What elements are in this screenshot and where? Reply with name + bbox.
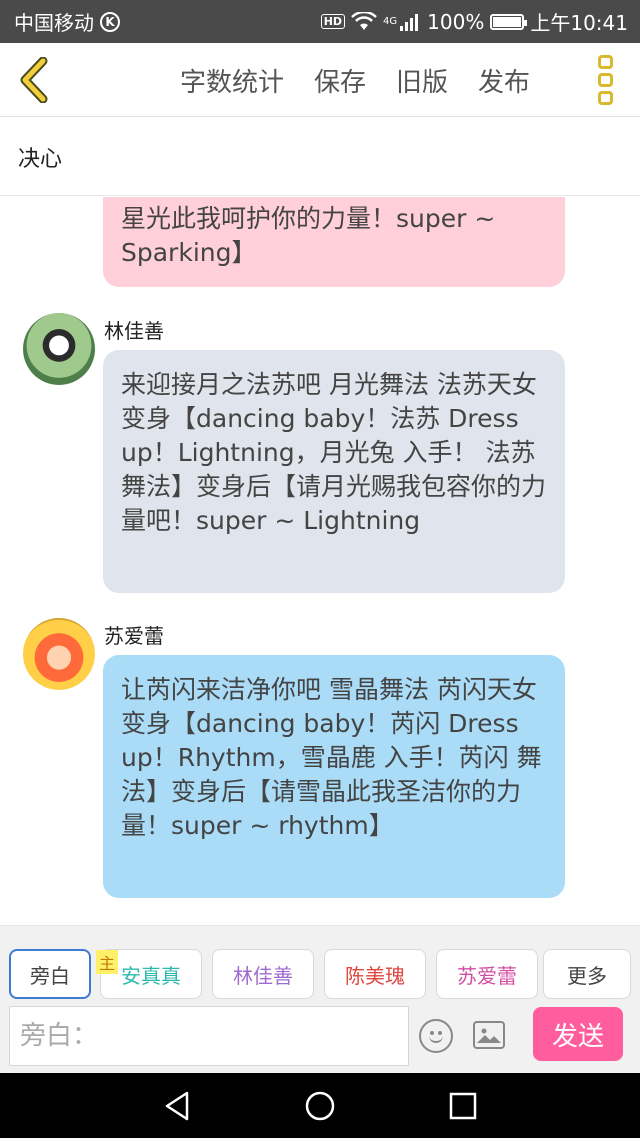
status-right: HD 4G 100% 上午10:41 [320,7,628,36]
more-roles-button[interactable]: 更多 [543,949,631,999]
title-bar[interactable]: 决心 [0,118,640,196]
network-type: 4G [383,16,398,27]
status-bar: 中国移动 K HD 4G 100% 上午10:41 [0,0,640,43]
image-icon[interactable] [473,1021,505,1049]
sender-name: 林佳善 [104,319,164,343]
more-options-button[interactable] [592,55,618,105]
document-title: 决心 [18,146,63,172]
battery-percent: 100% [427,9,485,34]
message-input[interactable] [20,1021,408,1051]
image-glyph [477,1028,501,1043]
host-badge: 主 [96,950,118,974]
message-text: 来迎接月之法苏吧 月光舞法 法苏天女 变身【dancing baby！法苏 Dr… [121,370,547,535]
message-text: 星光此我呵护你的力量！super ~ Sparking】 [121,204,496,267]
send-button[interactable]: 发送 [533,1007,623,1061]
role-chip-narration[interactable]: 旁白 [9,949,91,999]
role-chip-chenmeigui[interactable]: 陈美瑰 [324,949,426,999]
composer-panel: 旁白 安真真 主 林佳善 陈美瑰 苏爱蕾 更多 发送 [0,925,640,1073]
word-count-button[interactable]: 字数统计 [180,62,284,99]
battery-fill [493,16,522,27]
carrier-name: 中国移动 [14,11,94,35]
status-left: 中国移动 K [14,7,120,36]
message-input-wrapper[interactable] [9,1006,409,1066]
toolbar-actions: 字数统计 保存 旧版 发布 [180,43,530,117]
signal-icon [400,13,419,31]
sender-name: 苏爱蕾 [104,624,164,648]
wifi-icon [351,11,377,30]
message-bubble[interactable]: 让芮闪来洁净你吧 雪晶舞法 芮闪天女 变身【dancing baby！芮闪 Dr… [103,655,565,898]
message-bubble[interactable]: 星光此我呵护你的力量！super ~ Sparking】 [103,197,565,287]
nav-recent-apps-icon[interactable] [446,1089,480,1123]
battery-icon [490,13,528,30]
publish-button[interactable]: 发布 [478,62,530,99]
system-nav-bar [0,1073,640,1138]
role-chip-linjiashan[interactable]: 林佳善 [212,949,314,999]
avatar[interactable] [23,313,95,385]
more-dot-icon [597,73,613,87]
emoji-mouth [429,1033,443,1043]
chat-list[interactable]: 星光此我呵护你的力量！super ~ Sparking】 林佳善 来迎接月之法苏… [0,197,640,925]
role-chip-suailei[interactable]: 苏爱蕾 [436,949,538,999]
old-version-button[interactable]: 旧版 [396,62,448,99]
carrier-badge-icon: K [100,11,120,32]
message-bubble[interactable]: 来迎接月之法苏吧 月光舞法 法苏天女 变身【dancing baby！法苏 Dr… [103,350,565,593]
editor-toolbar: 字数统计 保存 旧版 发布 [0,43,640,117]
emoji-icon[interactable] [419,1019,453,1053]
clock: 上午10:41 [530,11,628,35]
more-dot-icon [597,55,613,69]
nav-back-icon[interactable] [161,1089,195,1123]
chevron-left-icon [20,57,48,103]
message-text: 让芮闪来洁净你吧 雪晶舞法 芮闪天女 变身【dancing baby！芮闪 Dr… [121,675,542,840]
more-dot-icon [597,91,613,105]
avatar[interactable] [23,618,95,690]
save-button[interactable]: 保存 [314,62,366,99]
hd-icon: HD [320,14,346,29]
nav-home-icon[interactable] [303,1089,337,1123]
back-button[interactable] [14,55,54,105]
